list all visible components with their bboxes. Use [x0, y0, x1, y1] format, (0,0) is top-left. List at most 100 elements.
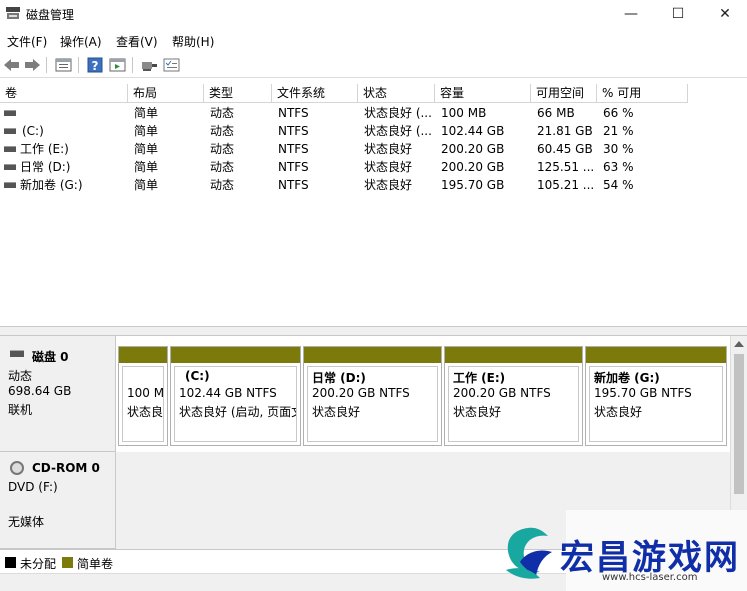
volume-drive-icon — [4, 128, 16, 134]
table-row[interactable]: 工作 (E:) 简单 动态 NTFS 状态良好 200.20 GB 60.45 … — [0, 140, 747, 158]
partition-name: 工作 (E:) — [453, 371, 506, 385]
menu-bar: 文件(F) 操作(A) 查看(V) 帮助(H) — [0, 30, 747, 50]
maximize-button[interactable]: ☐ — [655, 0, 701, 28]
cell-volume: 工作 (E:) — [20, 142, 69, 156]
title-bar: 磁盘管理 — ☐ ✕ — [0, 0, 747, 28]
scroll-up-arrow-icon[interactable] — [734, 341, 744, 347]
cdrom0-media: 无媒体 — [8, 515, 45, 529]
help-icon[interactable]: ? — [87, 57, 104, 73]
volume-drive-icon — [4, 146, 16, 152]
legend-simple-volume: 简单卷 — [77, 557, 114, 571]
menu-file[interactable]: 文件(F) — [7, 33, 47, 50]
cdrom0-label[interactable]: CD-ROM 0 DVD (F:) 无媒体 — [0, 452, 116, 549]
cell-free-space: 125.51 ... — [537, 160, 595, 174]
menu-help[interactable]: 帮助(H) — [172, 33, 214, 50]
cd-rom-icon — [10, 461, 24, 475]
window-title: 磁盘管理 — [26, 8, 75, 22]
partition-system-reserved[interactable]: 100 M 状态良 — [118, 346, 168, 446]
column-header-status[interactable]: 状态 — [358, 84, 435, 103]
partition-e[interactable]: 工作 (E:) 200.20 GB NTFS 状态良好 — [444, 346, 583, 446]
table-row[interactable]: 简单 动态 NTFS 状态良好 (... 100 MB 66 MB 66 % — [0, 104, 747, 122]
column-header-layout[interactable]: 布局 — [128, 84, 204, 103]
watermark: 宏昌游戏网 www.hcs-laser.com — [496, 510, 747, 591]
toolbar-separator — [132, 57, 133, 73]
column-header-filesystem[interactable]: 文件系统 — [272, 84, 358, 103]
cell-volume: (C:) — [22, 124, 44, 138]
cell-capacity: 195.70 GB — [441, 178, 505, 192]
partition-c[interactable]: (C:) 102.44 GB NTFS 状态良好 (启动, 页面文 — [170, 346, 301, 446]
volume-drive-icon — [4, 164, 16, 170]
cell-capacity: 200.20 GB — [441, 160, 505, 174]
disk-management-app-icon — [6, 7, 20, 19]
cell-volume: 新加卷 (G:) — [20, 178, 83, 192]
minimize-button[interactable]: — — [608, 0, 654, 28]
volume-drive-icon — [4, 110, 16, 116]
simple-volume-swatch — [62, 557, 73, 568]
partition-color-bar — [445, 347, 582, 363]
partition-color-bar — [119, 347, 167, 363]
cell-layout: 简单 — [134, 142, 159, 156]
table-row[interactable]: 新加卷 (G:) 简单 动态 NTFS 状态良好 195.70 GB 105.2… — [0, 176, 747, 194]
cell-free-space: 105.21 ... — [537, 178, 595, 192]
cell-status: 状态良好 — [364, 142, 413, 156]
cell-layout: 简单 — [134, 178, 159, 192]
cell-free-space: 21.81 GB — [537, 124, 593, 138]
partition-body: 新加卷 (G:) 195.70 GB NTFS 状态良好 — [589, 366, 723, 442]
partition-g[interactable]: 新加卷 (G:) 195.70 GB NTFS 状态良好 — [585, 346, 727, 446]
close-button[interactable]: ✕ — [702, 0, 747, 28]
watermark-logo-icon — [506, 527, 552, 579]
cell-capacity: 200.20 GB — [441, 142, 505, 156]
menu-action[interactable]: 操作(A) — [60, 33, 102, 50]
back-icon[interactable] — [3, 57, 20, 73]
partition-name: 日常 (D:) — [312, 371, 366, 385]
table-row[interactable]: (C:) 简单 动态 NTFS 状态良好 (... 102.44 GB 21.8… — [0, 122, 747, 140]
cell-type: 动态 — [210, 178, 235, 192]
column-header-capacity[interactable]: 容量 — [435, 84, 531, 103]
column-header-volume[interactable]: 卷 — [0, 84, 128, 103]
scroll-thumb[interactable] — [734, 354, 744, 494]
cell-percent-free: 54 % — [603, 178, 634, 192]
pane-splitter[interactable] — [0, 326, 747, 336]
column-header-percent-free[interactable]: % 可用 — [597, 84, 688, 103]
partition-color-bar — [586, 347, 726, 363]
cell-filesystem: NTFS — [278, 106, 309, 120]
partition-d[interactable]: 日常 (D:) 200.20 GB NTFS 状态良好 — [303, 346, 442, 446]
disk0-state: 联机 — [8, 403, 33, 417]
column-header-type[interactable]: 类型 — [204, 84, 272, 103]
cell-capacity: 102.44 GB — [441, 124, 505, 138]
partition-status: 状态良好 (启动, 页面文 — [179, 405, 297, 419]
disk0-size: 698.64 GB — [8, 384, 72, 398]
cell-filesystem: NTFS — [278, 142, 309, 156]
volume-drive-icon — [4, 182, 16, 188]
cell-status: 状态良好 (... — [364, 124, 432, 138]
partition-body: (C:) 102.44 GB NTFS 状态良好 (启动, 页面文 — [174, 366, 297, 442]
menu-view[interactable]: 查看(V) — [116, 33, 158, 50]
disk-list-icon[interactable] — [55, 57, 72, 73]
cdrom0-name: CD-ROM 0 — [32, 461, 100, 475]
cell-status: 状态良好 — [364, 160, 413, 174]
cell-percent-free: 30 % — [603, 142, 634, 156]
cell-layout: 简单 — [134, 160, 159, 174]
table-row[interactable]: 日常 (D:) 简单 动态 NTFS 状态良好 200.20 GB 125.51… — [0, 158, 747, 176]
properties-icon[interactable] — [109, 57, 126, 73]
cell-percent-free: 66 % — [603, 106, 634, 120]
cell-status: 状态良好 — [364, 178, 413, 192]
partition-body: 工作 (E:) 200.20 GB NTFS 状态良好 — [448, 366, 579, 442]
partition-status: 状态良好 — [453, 405, 502, 419]
partition-status: 状态良好 — [312, 405, 361, 419]
volume-list[interactable]: 卷 布局 类型 文件系统 状态 容量 可用空间 % 可用 简单 动态 NTFS … — [0, 84, 747, 326]
partition-name: (C:) — [185, 369, 210, 383]
cell-filesystem: NTFS — [278, 160, 309, 174]
connect-icon[interactable] — [141, 57, 158, 73]
cell-percent-free: 63 % — [603, 160, 634, 174]
disk0-label[interactable]: 磁盘 0 动态 698.64 GB 联机 — [0, 336, 116, 452]
cell-type: 动态 — [210, 142, 235, 156]
forward-icon[interactable] — [24, 57, 41, 73]
checklist-icon[interactable] — [163, 57, 180, 73]
unallocated-swatch — [5, 557, 16, 568]
column-header-free-space[interactable]: 可用空间 — [531, 84, 597, 103]
partition-status: 状态良 — [127, 405, 164, 419]
toolbar: ? — [0, 52, 747, 78]
partition-body: 日常 (D:) 200.20 GB NTFS 状态良好 — [307, 366, 438, 442]
cell-type: 动态 — [210, 106, 235, 120]
